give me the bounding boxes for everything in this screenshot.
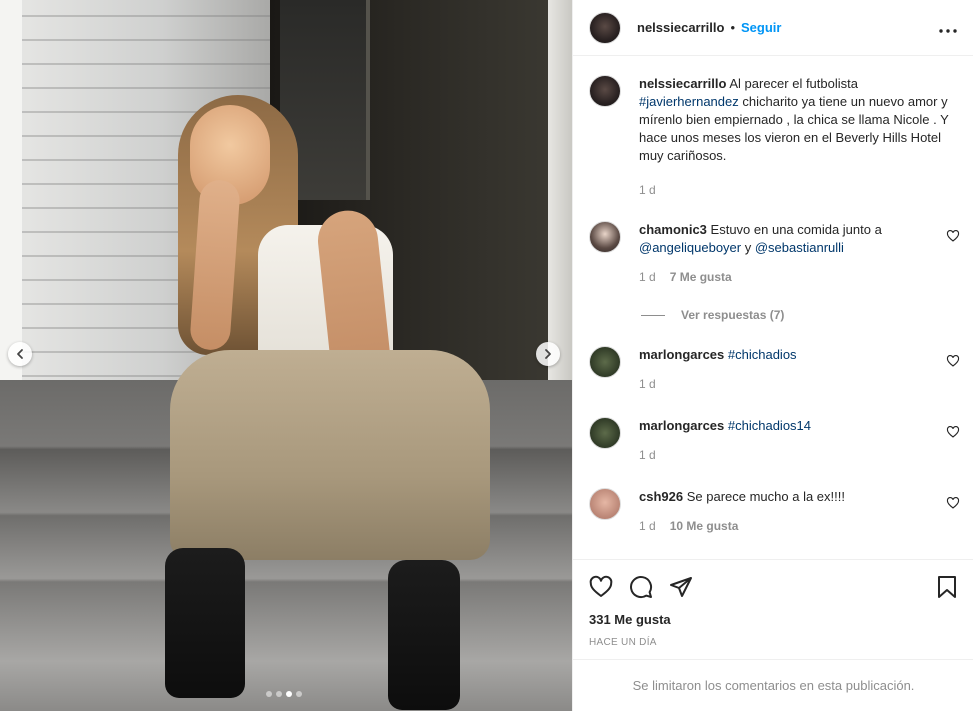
comments-limited-notice: Se limitaron los comentarios en esta pub…: [573, 659, 973, 711]
author-username[interactable]: nelssiecarrillo: [637, 20, 724, 35]
header-separator: •: [730, 20, 736, 35]
heart-icon[interactable]: [946, 354, 960, 368]
comment-item: marlongarces #chichadios 1 d: [589, 346, 960, 393]
chevron-right-icon: [545, 349, 551, 359]
like-heart-icon[interactable]: [589, 575, 613, 599]
heart-icon[interactable]: [946, 229, 960, 243]
comment-time[interactable]: 1 d: [639, 268, 656, 286]
person-pants: [170, 350, 490, 560]
post-side-panel: nelssiecarrillo • Seguir nelssiecarrillo…: [572, 0, 973, 711]
caption: nelssiecarrillo Al parecer el futbolista…: [589, 75, 958, 199]
comment-time[interactable]: 1 d: [639, 375, 656, 393]
carousel-dot-active: [286, 691, 292, 697]
caption-hashtag[interactable]: #javierhernandez: [639, 94, 739, 109]
like-count[interactable]: 331 Me gusta: [589, 612, 958, 627]
comment-text: Se parece mucho a la ex!!!!: [686, 489, 845, 504]
share-paper-plane-icon[interactable]: [669, 575, 693, 599]
post-photo[interactable]: [0, 0, 572, 711]
comment-text: Estuvo en una comida junto a: [710, 222, 882, 237]
caption-username[interactable]: nelssiecarrillo: [639, 76, 726, 91]
comment-bubble-icon[interactable]: [629, 575, 653, 599]
caption-avatar[interactable]: [589, 75, 621, 107]
post-timestamp[interactable]: HACE UN DÍA: [589, 637, 958, 648]
post-header: nelssiecarrillo • Seguir: [573, 0, 973, 56]
caption-time[interactable]: 1 d: [639, 181, 656, 199]
carousel-dot: [296, 691, 302, 697]
heart-icon[interactable]: [946, 425, 960, 439]
commenter-avatar[interactable]: [589, 417, 621, 449]
action-icons: [589, 572, 958, 602]
commenter-avatar[interactable]: [589, 488, 621, 520]
carousel-next-button[interactable]: [536, 342, 560, 366]
comment-username[interactable]: marlongarces: [639, 347, 724, 362]
carousel-indicator: [266, 691, 302, 697]
more-horizontal-icon: [939, 29, 957, 33]
person-boot-right: [388, 560, 460, 710]
comment-item: csh926 Se parece mucho a la ex!!!! 1 d 1…: [589, 488, 960, 535]
comment-hashtag[interactable]: #chichadios: [728, 347, 797, 362]
view-replies-button[interactable]: Ver respuestas (7): [641, 308, 958, 322]
porch-column: [548, 0, 572, 380]
carousel-prev-button[interactable]: [8, 342, 32, 366]
chevron-left-icon: [17, 349, 23, 359]
view-replies-label: Ver respuestas (7): [681, 308, 785, 322]
comment-likes[interactable]: 10 Me gusta: [670, 517, 739, 535]
comment-mention[interactable]: @angeliqueboyer: [639, 240, 741, 255]
commenter-avatar[interactable]: [589, 346, 621, 378]
comment-time[interactable]: 1 d: [639, 517, 656, 535]
author-avatar[interactable]: [589, 11, 621, 44]
comment-username[interactable]: chamonic3: [639, 222, 707, 237]
post-actions: 331 Me gusta HACE UN DÍA: [573, 559, 973, 648]
more-options-button[interactable]: [939, 17, 957, 38]
caption-text-start: Al parecer el futbolista: [729, 76, 858, 91]
comments-list[interactable]: nelssiecarrillo Al parecer el futbolista…: [573, 57, 973, 559]
carousel-dot: [276, 691, 282, 697]
comment-item: chamonic3 Estuvo en una comida junto a @…: [589, 221, 960, 286]
comment-username[interactable]: marlongarces: [639, 418, 724, 433]
follow-button[interactable]: Seguir: [741, 20, 781, 35]
bookmark-icon[interactable]: [936, 575, 958, 599]
commenter-avatar[interactable]: [589, 221, 621, 253]
comment-text-joiner: y: [744, 240, 752, 255]
comment-hashtag[interactable]: #chichadios14: [728, 418, 811, 433]
comment-mention[interactable]: @sebastianrulli: [755, 240, 844, 255]
person-boot-left: [165, 548, 245, 698]
heart-icon[interactable]: [946, 496, 960, 510]
carousel-dot: [266, 691, 272, 697]
comment-username[interactable]: csh926: [639, 489, 683, 504]
replies-divider: [641, 314, 665, 316]
comment-likes[interactable]: 7 Me gusta: [670, 268, 732, 286]
comment-time[interactable]: 1 d: [639, 446, 656, 464]
comment-item: marlongarces #chichadios14 1 d: [589, 417, 960, 464]
